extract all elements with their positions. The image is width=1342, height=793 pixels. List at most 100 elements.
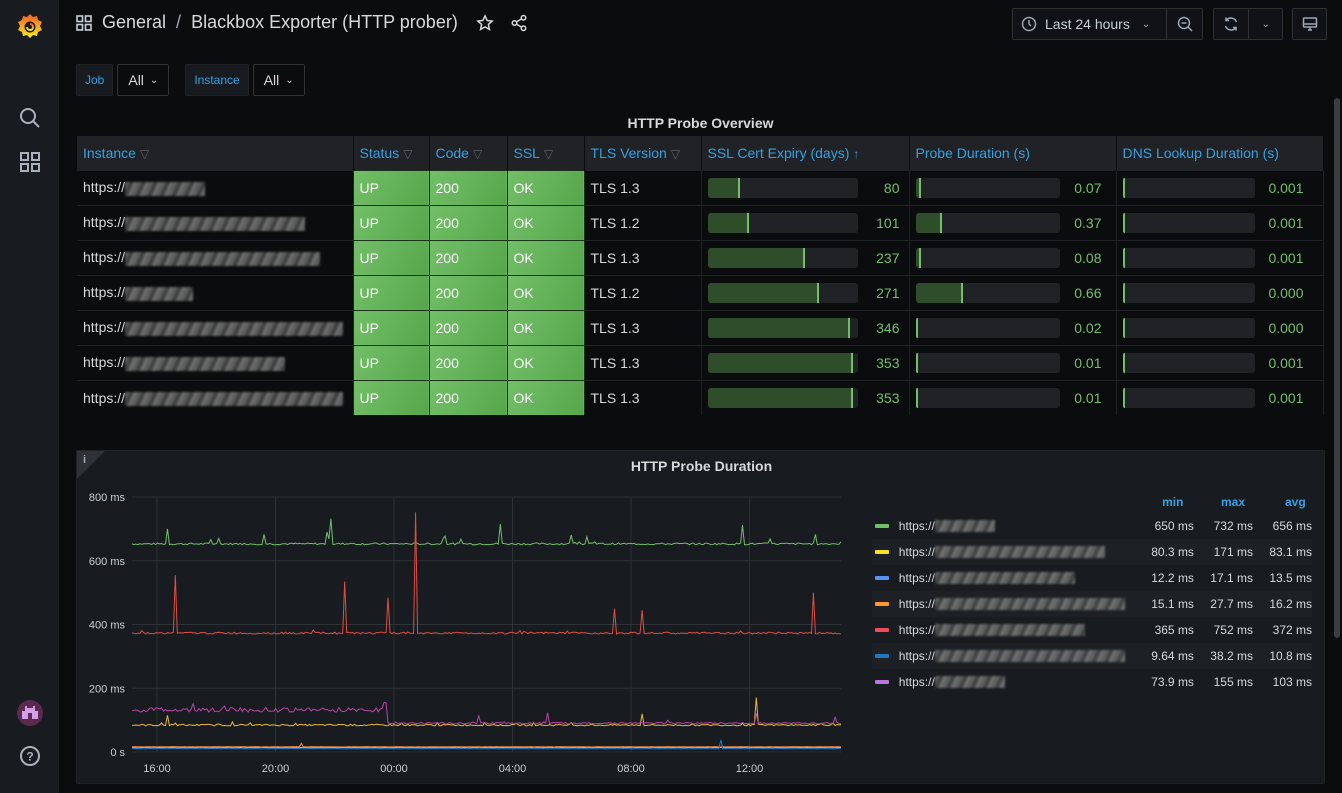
y-tick-label: 800 ms bbox=[89, 492, 126, 504]
series-avg: 16.2 ms bbox=[1269, 597, 1312, 611]
grafana-logo-icon[interactable] bbox=[0, 8, 60, 44]
table-row: https:// UP 200 OK TLS 1.2 101 0.37 0.001 bbox=[77, 204, 1324, 240]
cell-dns-duration: 0.001 bbox=[1116, 204, 1324, 240]
legend-item[interactable]: https:// 650 ms 732 ms 656 ms bbox=[872, 513, 1312, 539]
gauge-fill bbox=[1122, 282, 1125, 303]
cell-instance[interactable]: https:// bbox=[77, 274, 354, 310]
avatar[interactable] bbox=[0, 697, 60, 729]
dashboards-icon[interactable] bbox=[0, 148, 60, 176]
series-color-swatch[interactable] bbox=[875, 576, 889, 580]
legend-item[interactable]: https:// 12.2 ms 17.1 ms 13.5 ms bbox=[872, 565, 1312, 591]
expiry-gauge bbox=[707, 212, 858, 233]
series-color-swatch[interactable] bbox=[875, 524, 889, 528]
cell-tls-version: TLS 1.3 bbox=[584, 379, 702, 415]
dns-gauge bbox=[1122, 282, 1255, 303]
page-title[interactable]: Blackbox Exporter (HTTP prober) bbox=[191, 12, 458, 33]
cell-instance[interactable]: https:// bbox=[77, 239, 354, 275]
table-panel-title[interactable]: HTTP Probe Overview bbox=[76, 115, 1325, 131]
series-color-swatch[interactable] bbox=[875, 654, 889, 658]
column-header-instance[interactable]: Instance ▽ bbox=[77, 136, 354, 170]
cell-ssl-expiry: 237 bbox=[701, 239, 910, 275]
column-header-ssl[interactable]: SSL ▽ bbox=[507, 136, 585, 170]
cell-instance[interactable]: https:// bbox=[77, 309, 354, 345]
series-line[interactable] bbox=[131, 697, 842, 727]
star-icon[interactable] bbox=[475, 13, 494, 32]
legend-item[interactable]: https:// 9.64 ms 38.2 ms 10.8 ms bbox=[872, 643, 1312, 669]
column-header-probe-duration[interactable]: Probe Duration (s) bbox=[909, 136, 1117, 170]
gauge-fill bbox=[707, 212, 749, 233]
probe-value: 0.08 bbox=[1074, 249, 1102, 266]
cell-tls-version: TLS 1.3 bbox=[584, 309, 702, 345]
scrollbar-thumb[interactable] bbox=[1334, 98, 1340, 638]
filter-icon[interactable]: ▽ bbox=[140, 147, 149, 161]
zoom-out-button[interactable] bbox=[1166, 9, 1202, 39]
series-color-swatch[interactable] bbox=[875, 602, 889, 606]
probe-value: 0.01 bbox=[1074, 354, 1102, 371]
column-header-code[interactable]: Code ▽ bbox=[429, 136, 508, 170]
series-color-swatch[interactable] bbox=[875, 680, 889, 684]
column-header-ssl-cert-expiry[interactable]: SSL Cert Expiry (days) ↑ bbox=[701, 136, 910, 170]
chevron-down-icon: ⌄ bbox=[1261, 18, 1270, 30]
probe-duration-chart[interactable]: 0 s 200 ms 400 ms 600 ms 800 ms 16:00 20:00 00:… bbox=[77, 451, 857, 781]
gauge-fill bbox=[915, 317, 918, 338]
column-header-status[interactable]: Status ▽ bbox=[353, 136, 430, 170]
filter-icon[interactable]: ▽ bbox=[473, 147, 482, 161]
tv-mode-button[interactable] bbox=[1292, 8, 1327, 40]
filter-icon[interactable]: ▽ bbox=[671, 147, 680, 161]
legend-item[interactable]: https:// 365 ms 752 ms 372 ms bbox=[872, 617, 1312, 643]
time-range-button[interactable]: Last 24 hours ⌄ bbox=[1013, 9, 1166, 39]
column-header-dns-lookup-duration[interactable]: DNS Lookup Duration (s) bbox=[1116, 136, 1324, 170]
series-max: 732 ms bbox=[1213, 519, 1253, 533]
dns-gauge bbox=[1122, 387, 1255, 408]
series-line[interactable] bbox=[131, 518, 842, 546]
legend-header-max[interactable]: max bbox=[1193, 495, 1252, 509]
legend-item[interactable]: https:// 73.9 ms 155 ms 103 ms bbox=[872, 669, 1312, 695]
variable-select-instance[interactable]: All ⌄ bbox=[252, 64, 305, 96]
cell-instance[interactable]: https:// bbox=[77, 204, 354, 240]
redacted-url bbox=[125, 181, 206, 196]
dashboards-grid-icon[interactable] bbox=[76, 14, 92, 31]
cell-ssl-expiry: 353 bbox=[701, 344, 910, 380]
table-row: https:// UP 200 OK TLS 1.3 346 0.02 0.000 bbox=[77, 309, 1324, 345]
filter-icon[interactable]: ▽ bbox=[403, 147, 412, 161]
probe-value: 0.66 bbox=[1074, 284, 1102, 301]
cell-dns-duration: 0.001 bbox=[1116, 379, 1324, 415]
cell-instance[interactable]: https:// bbox=[77, 344, 354, 380]
cell-status: UP bbox=[353, 379, 430, 415]
redacted-url bbox=[125, 321, 344, 336]
series-avg: 13.5 ms bbox=[1269, 571, 1312, 585]
filter-icon[interactable]: ▽ bbox=[544, 147, 553, 161]
cell-instance[interactable]: https:// bbox=[77, 169, 354, 205]
page-scrollbar[interactable] bbox=[1334, 48, 1342, 793]
legend-header-avg[interactable]: avg bbox=[1253, 495, 1312, 509]
search-icon[interactable] bbox=[0, 104, 60, 132]
series-name: https:// bbox=[898, 597, 935, 611]
instance-url: https:// bbox=[83, 214, 126, 231]
expiry-value: 271 bbox=[876, 284, 900, 301]
series-line[interactable] bbox=[131, 701, 842, 725]
series-max: 752 ms bbox=[1213, 623, 1253, 637]
expiry-value: 80 bbox=[883, 179, 900, 196]
table-row: https:// UP 200 OK TLS 1.3 353 0.01 0.001 bbox=[77, 379, 1324, 415]
probe-value: 0.02 bbox=[1074, 319, 1102, 336]
legend-item[interactable]: https:// 80.3 ms 171 ms 83.1 ms bbox=[872, 539, 1312, 565]
dns-value: 0.001 bbox=[1268, 354, 1304, 371]
series-color-swatch[interactable] bbox=[875, 628, 889, 632]
column-header-tls-version[interactable]: TLS Version ▽ bbox=[584, 136, 702, 170]
legend-item[interactable]: https:// 15.1 ms 27.7 ms 16.2 ms bbox=[872, 591, 1312, 617]
series-color-swatch[interactable] bbox=[875, 550, 889, 554]
variable-select-job[interactable]: All ⌄ bbox=[117, 64, 170, 96]
help-icon[interactable]: ? bbox=[0, 742, 60, 770]
redacted-url bbox=[934, 520, 995, 532]
share-icon[interactable] bbox=[510, 14, 528, 32]
cell-instance[interactable]: https:// bbox=[77, 379, 354, 415]
refresh-interval-dropdown[interactable]: ⌄ bbox=[1248, 9, 1282, 39]
refresh-button[interactable] bbox=[1214, 9, 1248, 39]
series-line[interactable] bbox=[131, 742, 841, 748]
series-line[interactable] bbox=[131, 512, 842, 635]
table-header-row: Instance ▽ Status ▽ Code ▽ SSL ▽ TLS Version… bbox=[77, 136, 1324, 170]
breadcrumb-folder[interactable]: General bbox=[102, 12, 166, 33]
legend-header-min[interactable]: min bbox=[1134, 495, 1193, 509]
refresh-picker: ⌄ bbox=[1213, 8, 1283, 40]
redacted-url bbox=[934, 572, 1075, 584]
